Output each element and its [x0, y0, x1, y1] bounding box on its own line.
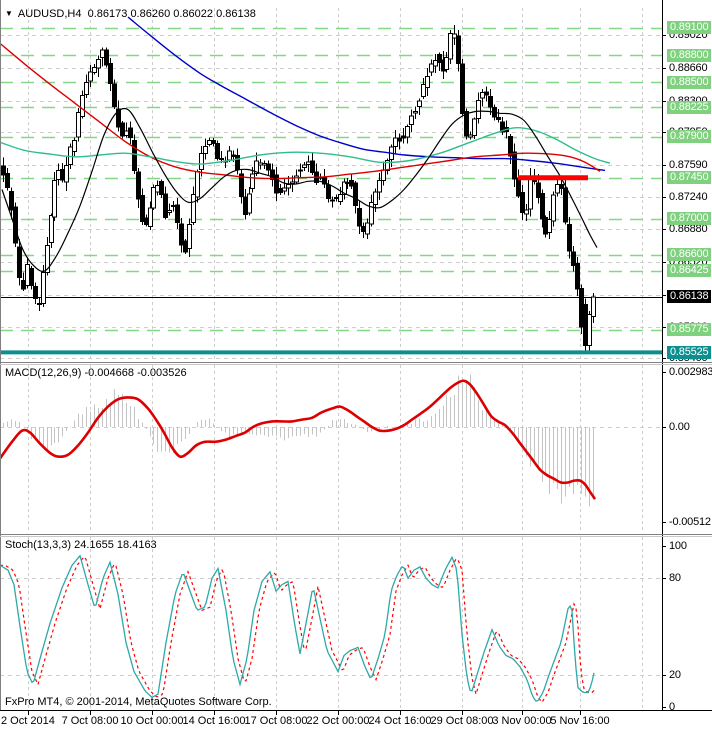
stoch-label: Stoch(13,3,3) 24.1655 18.4163 — [5, 539, 157, 551]
chart-canvas[interactable] — [0, 0, 712, 732]
symbol-period-label: AUDUSD,H4 — [17, 8, 82, 20]
stoch-axis-label: 0 — [669, 701, 675, 713]
date-label: 5 Nov 16:00 — [550, 715, 610, 727]
price-tick-label: 0.87240 — [669, 190, 708, 203]
price-tick-label: 0.87590 — [669, 158, 708, 171]
date-label: 14 Oct 16:00 — [182, 715, 246, 727]
date-label: 29 Oct 08:00 — [430, 715, 494, 727]
price-level-badge: 0.87450 — [667, 171, 712, 185]
date-label: 17 Oct 08:00 — [244, 715, 308, 727]
macd-axis-label: -0.00512 — [669, 515, 711, 528]
copyright-label: FxPro MT4, © 2001-2014, MetaQuotes Softw… — [5, 696, 272, 708]
stoch-axis-label: 20 — [669, 668, 681, 681]
ma-long-blue — [127, 16, 606, 172]
mt4-chart-window: ▼ AUDUSD,H4 0.86173 0.86260 0.86022 0.861… — [0, 0, 712, 732]
stoch-axis-label: 80 — [669, 572, 681, 585]
price-level-badge: 0.85525 — [667, 345, 712, 359]
macd-axis-label: 0.00 — [669, 421, 690, 433]
price-level-badge: 0.88225 — [667, 100, 712, 114]
ma-mid-green — [0, 126, 611, 165]
macd-axis-label: 0.002983 — [669, 365, 712, 378]
chart-title: ▼ AUDUSD,H4 0.86173 0.86260 0.86022 0.861… — [5, 7, 256, 21]
stoch-main-line — [0, 554, 595, 702]
macd-signal-line — [0, 379, 597, 500]
ohlc-values: 0.86173 0.86260 0.86022 0.86138 — [87, 8, 256, 20]
date-label: 2 Oct 2014 — [1, 715, 55, 727]
macd-label: MACD(12,26,9) -0.004668 -0.003526 — [5, 367, 187, 379]
price-level-badge: 0.89100 — [667, 21, 712, 35]
date-label: 24 Oct 16:00 — [368, 715, 432, 727]
price-level-badge: 0.87000 — [667, 212, 712, 226]
price-level-badge: 0.88500 — [667, 75, 712, 89]
date-label: 3 Nov 00:00 — [492, 715, 552, 727]
date-label: 22 Oct 00:00 — [306, 715, 370, 727]
stoch-axis-label: 100 — [669, 540, 687, 552]
macd-histogram — [3, 374, 594, 507]
price-level-badge: 0.87900 — [667, 130, 712, 144]
price-level-badge: 0.85775 — [667, 323, 712, 337]
date-label: 10 Oct 00:00 — [120, 715, 184, 727]
price-tick-label: 0.86880 — [669, 223, 708, 236]
price-level-badge: 0.88800 — [667, 48, 712, 62]
date-label: 7 Oct 08:00 — [61, 715, 119, 727]
price-level-badge: 0.86600 — [667, 248, 712, 262]
symbol-dropdown-icon: ▼ — [5, 9, 13, 18]
price-level-badge: 0.86425 — [667, 264, 712, 278]
current-price-badge: 0.86138 — [667, 290, 712, 304]
price-tick-label: 0.88660 — [669, 61, 708, 74]
